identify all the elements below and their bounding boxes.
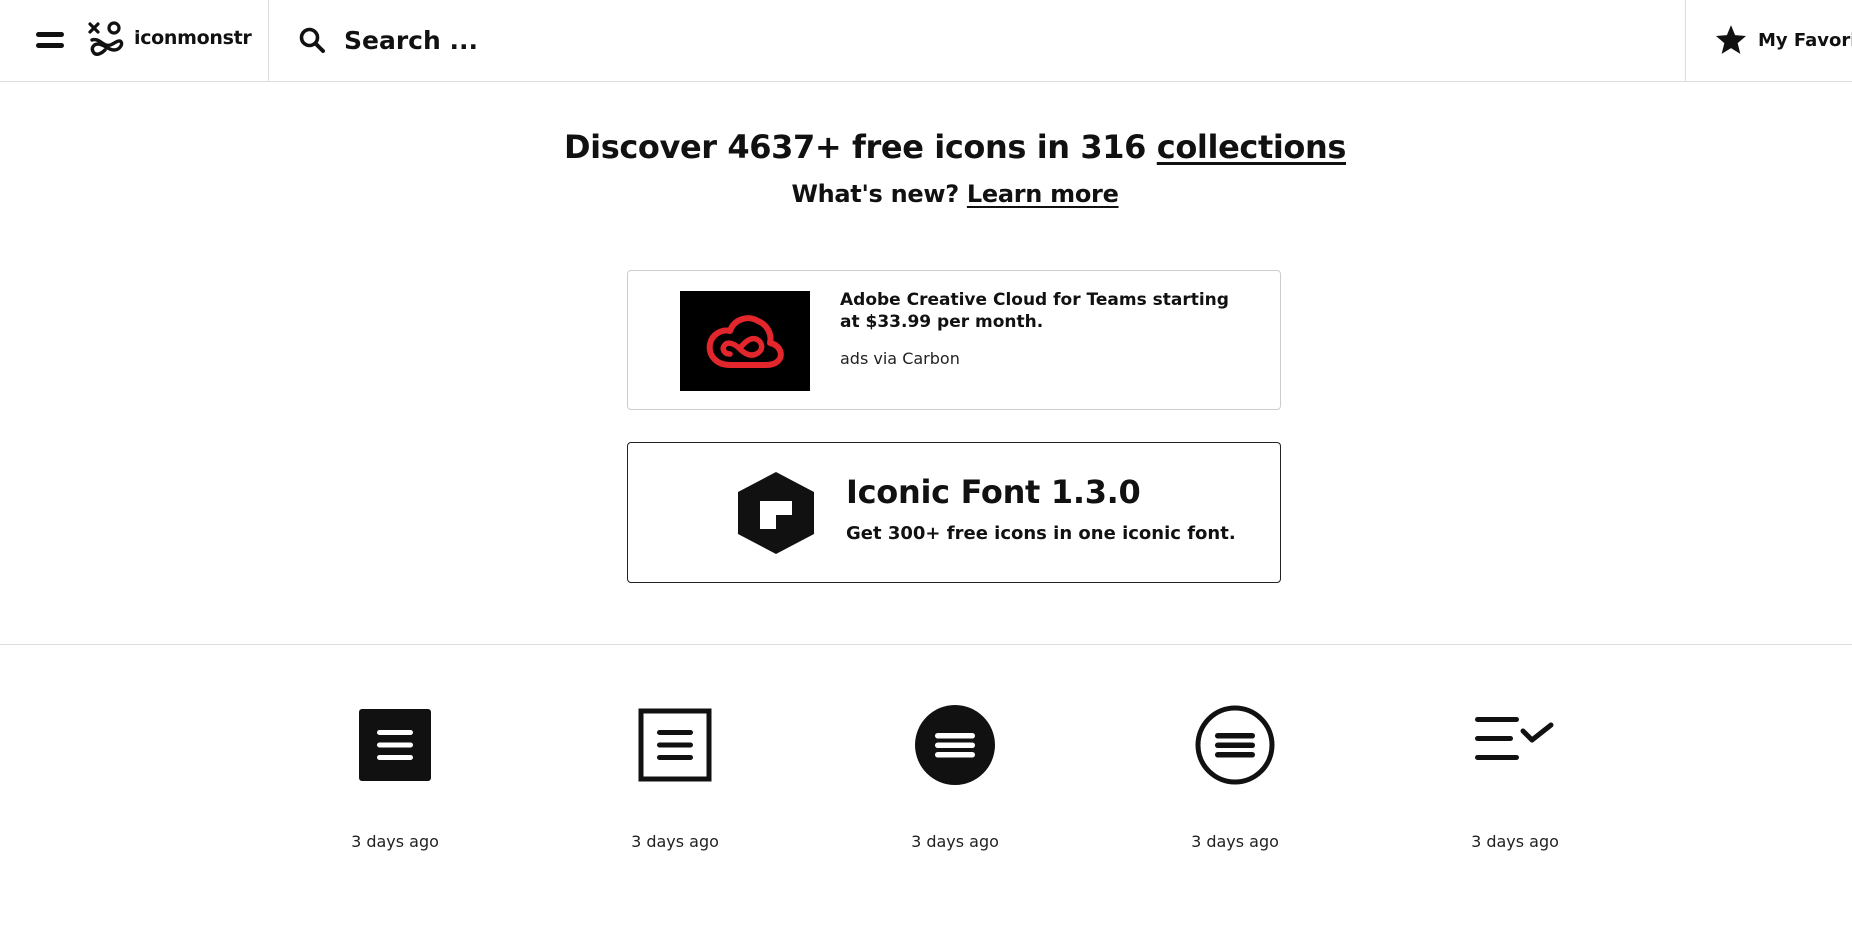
iconic-font-promo[interactable]: Iconic Font 1.3.0 Get 300+ free icons in… [627,442,1281,583]
hero-subtitle-text: What's new? [791,180,959,208]
favorites-label: My Favorites [1758,29,1852,51]
header-divider [1685,0,1686,81]
text-square-filled-icon [359,709,431,781]
section-divider [0,644,1852,645]
hero-title-text: Discover 4637+ free icons in 316 [563,128,1147,166]
learn-more-link[interactable]: Learn more [967,180,1119,208]
text-circle-outline-icon [1195,705,1275,785]
icon-date: 3 days ago [1191,832,1279,851]
carbon-ad-card[interactable]: Adobe Creative Cloud for Teams starting … [627,270,1281,410]
text-circle-filled-icon [915,705,995,785]
icon-date: 3 days ago [1471,832,1559,851]
icon-date: 3 days ago [911,832,999,851]
hamburger-menu-icon[interactable] [36,30,64,50]
icon-date: 3 days ago [631,832,719,851]
creative-cloud-logo-icon [706,315,784,368]
iconmonstr-logo-icon[interactable] [86,20,126,56]
hero-title: Discover 4637+ free icons in 316 collect… [0,128,1852,166]
site-header: iconmonstr My Favorites [0,0,1852,82]
star-icon [1715,25,1747,54]
hero-subtitle: What's new? Learn more [0,180,1852,208]
collections-link[interactable]: collections [1157,128,1347,166]
promo-subtitle: Get 300+ free icons in one iconic font. [846,523,1236,544]
icon-card[interactable]: 3 days ago [1415,705,1615,855]
ad-via-label[interactable]: ads via Carbon [840,349,960,368]
search-icon[interactable] [298,26,326,54]
icon-card[interactable]: 3 days ago [575,705,775,855]
ad-image[interactable] [680,291,810,391]
icon-card[interactable]: 3 days ago [855,705,1055,855]
text-square-outline-icon [638,708,712,782]
icon-card[interactable]: 3 days ago [1135,705,1335,855]
my-favorites-link[interactable]: My Favorites [1714,20,1852,60]
logo-text[interactable]: iconmonstr [134,27,252,49]
list-chevron-icon [1475,717,1554,760]
ad-text[interactable]: Adobe Creative Cloud for Teams starting … [840,289,1240,333]
search-input[interactable] [336,18,1252,62]
promo-title: Iconic Font 1.3.0 [846,473,1141,511]
icon-date: 3 days ago [351,832,439,851]
header-divider [268,0,269,81]
hexagon-logo-icon [738,472,814,554]
icon-card[interactable]: 3 days ago [295,705,495,855]
